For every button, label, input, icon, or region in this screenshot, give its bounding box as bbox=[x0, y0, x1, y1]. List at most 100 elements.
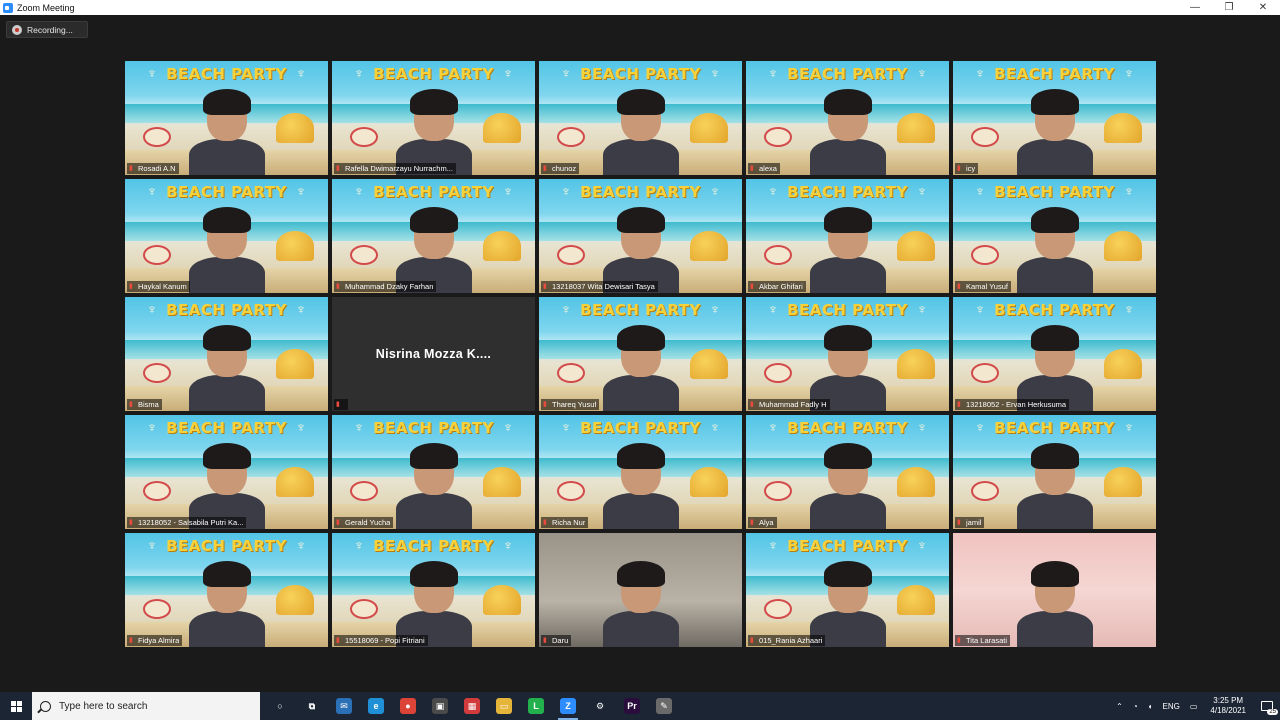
volume-icon[interactable]: ◖ bbox=[1148, 702, 1153, 711]
restore-button[interactable]: ❐ bbox=[1212, 0, 1246, 15]
participant-tile[interactable]: ♆ BEACH PARTY ♆ ▮ 015_Rania Azhaari bbox=[746, 533, 949, 647]
participant-tile[interactable]: ♆ BEACH PARTY ♆ ▮ Kamal Yusuf bbox=[953, 179, 1156, 293]
gift-taskbar-button[interactable]: ▦ bbox=[456, 692, 488, 720]
muted-mic-icon: ▮ bbox=[336, 518, 340, 526]
recording-label: Recording... bbox=[27, 24, 73, 35]
muted-mic-icon: ▮ bbox=[129, 400, 133, 408]
participant-name: Akbar Ghifari bbox=[759, 282, 803, 291]
participant-name-tag: ▮ 13218052 - Salsabila Putri Ka... bbox=[127, 517, 247, 528]
notification-center-button[interactable]: 25 bbox=[1254, 692, 1280, 720]
battery-icon[interactable]: ▭ bbox=[1190, 702, 1198, 711]
gift-icon: ▦ bbox=[464, 698, 480, 714]
palm-icon: ♆ bbox=[502, 419, 514, 435]
participant-tile[interactable]: ♆ BEACH PARTY ♆ ▮ Richa Nur bbox=[539, 415, 742, 529]
participant-name-tag: ▮ Richa Nur bbox=[541, 517, 589, 528]
recording-indicator[interactable]: Recording... bbox=[6, 21, 88, 38]
participant-tile[interactable]: ♆ BEACH PARTY ♆ ▮ icy bbox=[953, 61, 1156, 175]
participant-tile[interactable]: ♆ BEACH PARTY ♆ ▮ Fidya Almira bbox=[125, 533, 328, 647]
participant-tile[interactable]: ♆ BEACH PARTY ♆ ▮ 13218052 - Salsabila Putri… bbox=[125, 415, 328, 529]
participant-tile[interactable]: ♆BEACH PARTY♆▮Daru bbox=[539, 533, 742, 647]
participant-name: Bisma bbox=[138, 400, 159, 409]
settings-taskbar-button[interactable]: ⚙ bbox=[584, 692, 616, 720]
zoom-app-icon bbox=[3, 2, 13, 13]
participant-video bbox=[1013, 561, 1097, 647]
close-button[interactable]: ✕ bbox=[1246, 0, 1280, 15]
muted-mic-icon: ▮ bbox=[957, 282, 961, 290]
palm-icon: ♆ bbox=[502, 183, 514, 199]
participant-tile[interactable]: ♆ BEACH PARTY ♆ ▮ Rosadi A.N bbox=[125, 61, 328, 175]
participant-tile[interactable]: ♆ BEACH PARTY ♆ ▮ jamil bbox=[953, 415, 1156, 529]
mail-icon: ✉ bbox=[336, 698, 352, 714]
windows-taskbar: ○ ⧉ ✉ e ● ▣ ▦ ▭ LZ ⚙ Pr ✎ ⌃ ◔ ◖ ENG ▭ 3:25 PM 4/18/… bbox=[0, 692, 1280, 720]
file-explorer-taskbar-button[interactable]: ▭ bbox=[488, 692, 520, 720]
participant-tile[interactable]: ♆ BEACH PARTY ♆ ▮ chunoz bbox=[539, 61, 742, 175]
paint-icon: ✎ bbox=[656, 698, 672, 714]
palm-icon: ♆ bbox=[1123, 183, 1135, 199]
participant-name-tag: ▮ Akbar Ghifari bbox=[748, 281, 806, 292]
participant-tile[interactable]: ♆BEACH PARTY♆Nisrina Mozza K....▮ bbox=[332, 297, 535, 411]
start-button[interactable] bbox=[0, 692, 32, 720]
participant-tile[interactable]: ♆ BEACH PARTY ♆ ▮ alexa bbox=[746, 61, 949, 175]
taskbar-clock[interactable]: 3:25 PM 4/18/2021 bbox=[1210, 696, 1246, 716]
store-taskbar-button[interactable]: ▣ bbox=[424, 692, 456, 720]
muted-mic-icon: ▮ bbox=[129, 636, 133, 644]
mail-taskbar-button[interactable]: ✉ bbox=[328, 692, 360, 720]
participant-tile[interactable]: ♆ BEACH PARTY ♆ ▮ Muhammad Fadly H bbox=[746, 297, 949, 411]
participant-tile[interactable]: ♆BEACH PARTY♆▮Tita Larasati bbox=[953, 533, 1156, 647]
palm-icon: ♆ bbox=[916, 419, 928, 435]
participant-tile[interactable]: ♆ BEACH PARTY ♆ ▮ Thareq Yusuf bbox=[539, 297, 742, 411]
window-title: Zoom Meeting bbox=[17, 2, 75, 13]
taskbar-search[interactable] bbox=[32, 692, 260, 720]
participant-name-tag: ▮ icy bbox=[955, 163, 979, 174]
participant-tile[interactable]: ♆ BEACH PARTY ♆ ▮ Gerald Yucha bbox=[332, 415, 535, 529]
palm-icon: ♆ bbox=[916, 65, 928, 81]
search-input[interactable] bbox=[59, 700, 249, 712]
gallery-grid: ♆ BEACH PARTY ♆ ▮ Rosadi A.N ♆ BEACH PARTY ♆ ▮ Ra… bbox=[125, 61, 1156, 647]
task-view-taskbar-button[interactable]: ⧉ bbox=[296, 692, 328, 720]
network-icon[interactable]: ◔ bbox=[1133, 702, 1138, 711]
participant-tile[interactable]: ♆ BEACH PARTY ♆ ▮ 13218037 Wita Dewisari Tas… bbox=[539, 179, 742, 293]
participant-video bbox=[185, 561, 269, 647]
participant-tile[interactable]: ♆ BEACH PARTY ♆ ▮ 15518069 - Popi Fitriani bbox=[332, 533, 535, 647]
participant-name: chunoz bbox=[552, 164, 577, 173]
palm-icon: ♆ bbox=[709, 65, 721, 81]
search-icon bbox=[40, 700, 51, 712]
chrome-taskbar-button[interactable]: ● bbox=[392, 692, 424, 720]
clock-date: 4/18/2021 bbox=[1210, 706, 1246, 715]
participant-tile[interactable]: ♆ BEACH PARTY ♆ ▮ Alya bbox=[746, 415, 949, 529]
participant-tile[interactable]: ♆ BEACH PARTY ♆ ▮ Akbar Ghifari bbox=[746, 179, 949, 293]
participant-tile[interactable]: ♆ BEACH PARTY ♆ ▮ Rafella Dwimarzayu Nurrach… bbox=[332, 61, 535, 175]
participant-tile[interactable]: ♆ BEACH PARTY ♆ ▮ 13218052 - Ervan Herkusuma bbox=[953, 297, 1156, 411]
participant-name: Haykal Kanum bbox=[138, 282, 187, 291]
edge-taskbar-button[interactable]: e bbox=[360, 692, 392, 720]
participant-name: Alya bbox=[759, 518, 774, 527]
participant-tile[interactable]: ♆ BEACH PARTY ♆ ▮ Haykal Kanum bbox=[125, 179, 328, 293]
participant-name-tag: ▮ Alya bbox=[748, 517, 777, 528]
participant-name: Richa Nur bbox=[552, 518, 586, 527]
muted-mic-icon: ▮ bbox=[543, 636, 547, 644]
cortana-taskbar-button[interactable]: ○ bbox=[264, 692, 296, 720]
paint-taskbar-button[interactable]: ✎ bbox=[648, 692, 680, 720]
premiere-taskbar-button[interactable]: Pr bbox=[616, 692, 648, 720]
participant-name: Thareq Yusuf bbox=[552, 400, 597, 409]
minimize-button[interactable]: — bbox=[1178, 0, 1212, 15]
participant-tile[interactable]: ♆ BEACH PARTY ♆ ▮ Bisma bbox=[125, 297, 328, 411]
muted-mic-icon: ▮ bbox=[957, 164, 961, 172]
palm-icon: ♆ bbox=[709, 301, 721, 317]
language-indicator[interactable]: ENG bbox=[1163, 702, 1180, 711]
participant-name-tag: ▮ Thareq Yusuf bbox=[541, 399, 600, 410]
cortana-icon: ○ bbox=[277, 701, 283, 711]
participant-name: jamil bbox=[966, 518, 982, 527]
premiere-icon: Pr bbox=[624, 698, 640, 714]
muted-mic-icon: ▮ bbox=[750, 282, 754, 290]
meeting-area: Recording... ♆ BEACH PARTY ♆ ▮ Rosadi A.N ♆ BE… bbox=[0, 15, 1280, 692]
participant-video bbox=[599, 325, 683, 411]
participant-tile[interactable]: ♆ BEACH PARTY ♆ ▮ Muhammad Dzaky Farhan bbox=[332, 179, 535, 293]
muted-mic-icon: ▮ bbox=[336, 636, 340, 644]
muted-mic-icon: ▮ bbox=[543, 400, 547, 408]
store-icon: ▣ bbox=[432, 698, 448, 714]
zoom-taskbar-button[interactable]: Z bbox=[552, 692, 584, 720]
participant-name-tag: ▮ bbox=[334, 399, 348, 410]
tray-chevron-icon[interactable]: ⌃ bbox=[1116, 702, 1123, 711]
line-taskbar-button[interactable]: L bbox=[520, 692, 552, 720]
